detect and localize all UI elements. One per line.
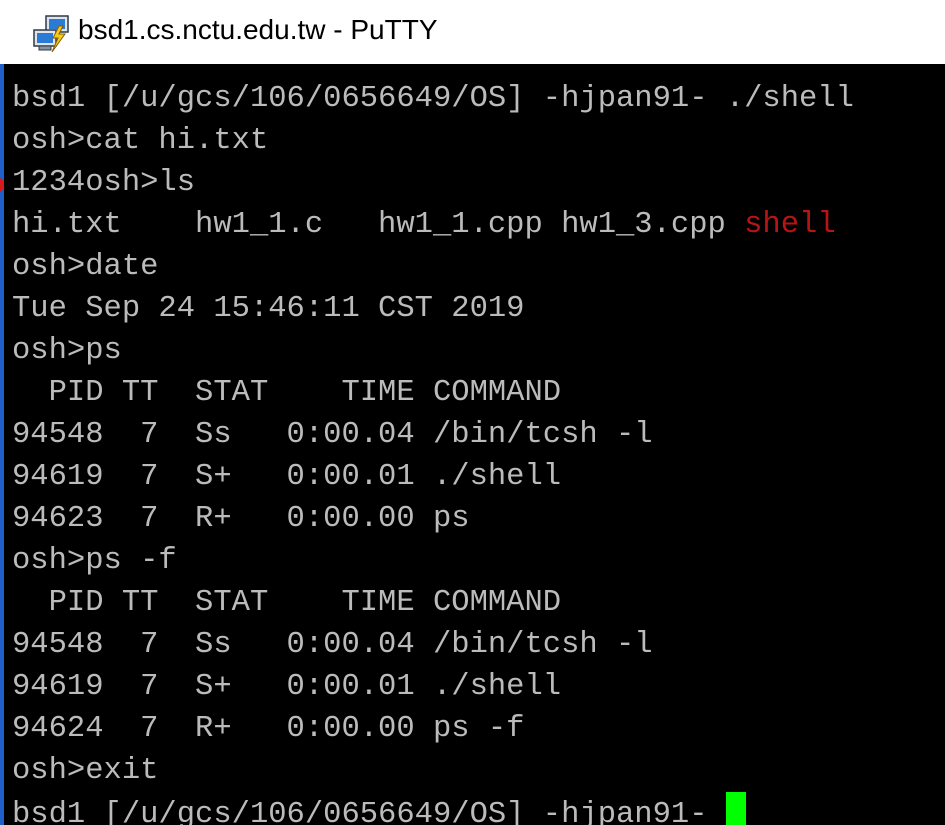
terminal-line: 94548 7 Ss 0:00.04 /bin/tcsh -l xyxy=(12,418,653,452)
terminal-output: bsd1 [/u/gcs/106/0656649/OS] -hjpan91- .… xyxy=(12,78,854,825)
window-title: bsd1.cs.nctu.edu.tw - PuTTY xyxy=(78,14,438,45)
terminal-line: PID TT STAT TIME COMMAND xyxy=(12,586,562,620)
terminal-line: 94619 7 S+ 0:00.01 ./shell xyxy=(12,670,562,704)
terminal-line: osh>date xyxy=(12,250,159,284)
putty-icon xyxy=(33,15,69,53)
terminal-line: PID TT STAT TIME COMMAND xyxy=(12,376,562,410)
title-bar[interactable]: bsd1.cs.nctu.edu.tw - PuTTY xyxy=(0,0,945,64)
terminal-line: hi.txt hw1_1.c hw1_1.cpp hw1_3.cpp shell xyxy=(12,208,836,242)
terminal-prompt-line[interactable]: bsd1 [/u/gcs/106/0656649/OS] -hjpan91- xyxy=(12,792,854,825)
terminal-line: 94548 7 Ss 0:00.04 /bin/tcsh -l xyxy=(12,628,653,662)
executable-filename: shell xyxy=(744,208,836,242)
terminal-line: Tue Sep 24 15:46:11 CST 2019 xyxy=(12,292,525,326)
terminal-line: osh>ps xyxy=(12,334,122,368)
terminal-line: osh>cat hi.txt xyxy=(12,124,269,158)
terminal-screen[interactable]: bsd1 [/u/gcs/106/0656649/OS] -hjpan91- .… xyxy=(4,64,945,825)
terminal-line: osh>ps -f xyxy=(12,544,177,578)
terminal-line: 94623 7 R+ 0:00.00 ps xyxy=(12,502,470,536)
terminal-line: 1234osh>ls xyxy=(12,166,196,200)
terminal-line: 94619 7 S+ 0:00.01 ./shell xyxy=(12,460,562,494)
terminal-line: bsd1 [/u/gcs/106/0656649/OS] -hjpan91- .… xyxy=(12,82,854,116)
terminal-cursor xyxy=(725,792,746,825)
terminal-line: 94624 7 R+ 0:00.00 ps -f xyxy=(12,712,525,746)
putty-window: bsd1.cs.nctu.edu.tw - PuTTY bsd1 [/u/gcs… xyxy=(0,0,945,825)
terminal-line: osh>exit xyxy=(12,754,159,788)
